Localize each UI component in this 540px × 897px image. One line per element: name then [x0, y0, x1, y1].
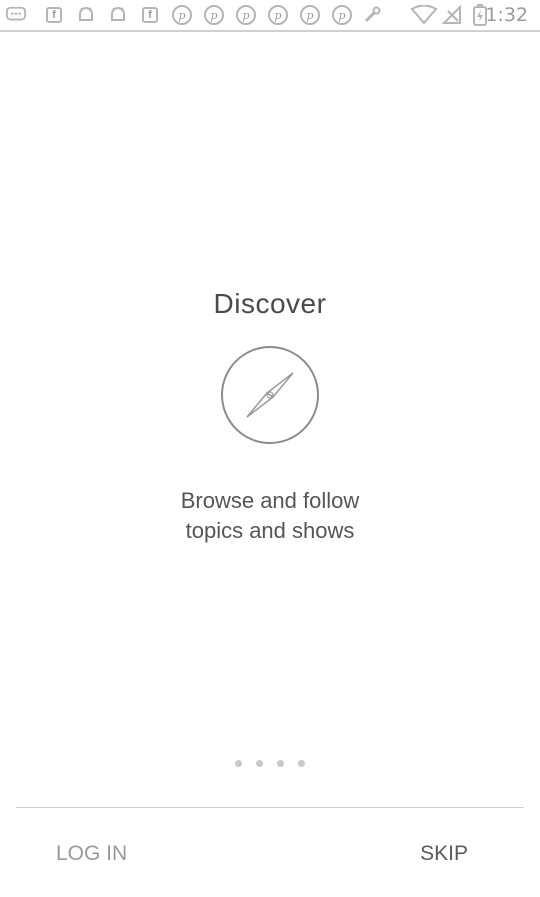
page-dot[interactable] [235, 760, 242, 767]
android-icon [108, 5, 128, 25]
android-icon [76, 5, 96, 25]
footer-divider [16, 807, 524, 808]
compass-icon [220, 345, 320, 445]
description-line-2: topics and shows [185, 518, 355, 543]
skip-button[interactable]: SKIP [418, 838, 470, 870]
wifi-icon [410, 5, 438, 25]
wrench-icon [362, 5, 382, 25]
status-bar: f f p p p p p p 1:32 [0, 0, 540, 32]
description-line-1: Browse and follow [180, 488, 360, 513]
facebook-icon: f [44, 5, 64, 25]
onboarding-description: Browse and follow topics and shows [0, 486, 540, 546]
page-indicator [0, 760, 540, 767]
page-title: Discover [213, 288, 327, 319]
pinterest-icon: p [300, 5, 320, 25]
status-time: 1:32 [485, 4, 528, 26]
pinterest-icon: p [204, 5, 224, 25]
no-signal-icon [442, 5, 462, 25]
page-dot[interactable] [298, 760, 305, 767]
page-dot[interactable] [277, 760, 284, 767]
chat-bubble-icon [6, 5, 26, 25]
pinterest-icon: p [332, 5, 352, 25]
page-dot[interactable] [256, 760, 263, 767]
facebook-icon: f [140, 5, 160, 25]
pinterest-icon: p [268, 5, 288, 25]
login-button[interactable]: LOG IN [54, 838, 129, 870]
pinterest-icon: p [172, 5, 192, 25]
pinterest-icon: p [236, 5, 256, 25]
